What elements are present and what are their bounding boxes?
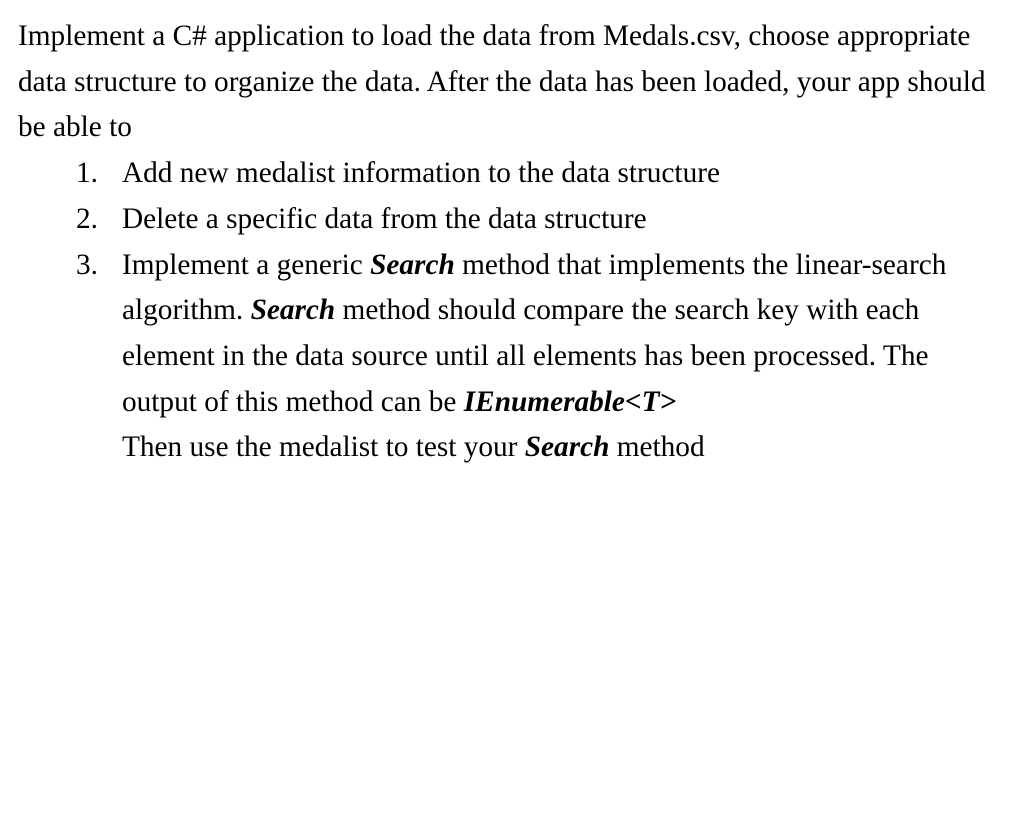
list-item-text: Add new medalist information to the data… bbox=[122, 157, 720, 189]
requirements-list: Add new medalist information to the data… bbox=[18, 151, 1003, 471]
search-keyword: Search bbox=[370, 249, 455, 281]
list-item-text: Then use the medalist to test your bbox=[122, 431, 525, 463]
list-item-text: method bbox=[609, 431, 704, 463]
list-item: Delete a specific data from the data str… bbox=[76, 197, 1003, 243]
search-keyword: Search bbox=[251, 294, 336, 326]
list-item: Add new medalist information to the data… bbox=[76, 151, 1003, 197]
list-item-followup: Then use the medalist to test your Searc… bbox=[122, 425, 1003, 471]
ienumerable-keyword: IEnumerable<T> bbox=[464, 386, 676, 418]
search-keyword: Search bbox=[525, 431, 610, 463]
list-item-text: Implement a generic bbox=[122, 249, 370, 281]
list-item-text: Delete a specific data from the data str… bbox=[122, 203, 647, 235]
intro-paragraph: Implement a C# application to load the d… bbox=[18, 14, 1003, 151]
list-item: Implement a generic Search method that i… bbox=[76, 243, 1003, 472]
